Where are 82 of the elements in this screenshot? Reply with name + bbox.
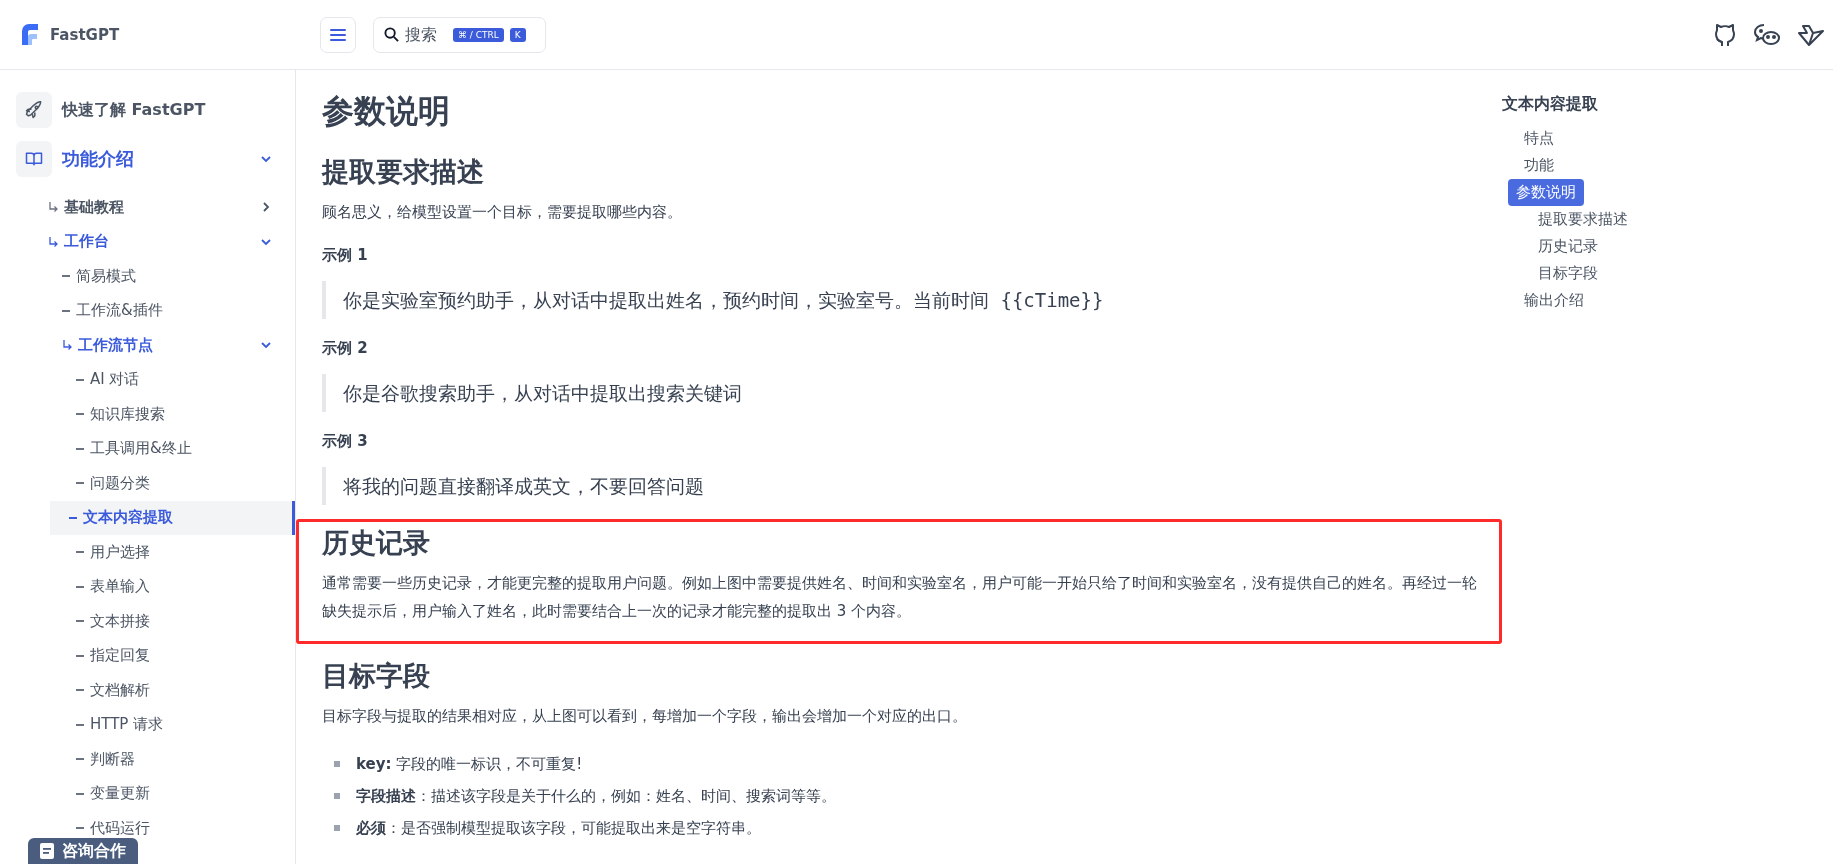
dash-icon xyxy=(76,482,84,485)
toc-link[interactable]: 历史记录 xyxy=(1530,233,1606,260)
contact-button[interactable]: 咨询合作 xyxy=(28,838,138,864)
shortcut-badge: ⌘ / CTRL xyxy=(453,27,504,42)
nav-item[interactable]: 工具调用&终止 xyxy=(16,431,295,466)
menu-button[interactable] xyxy=(320,16,356,53)
bird-icon[interactable] xyxy=(1797,22,1825,47)
menu-icon xyxy=(330,28,346,41)
nav-item[interactable]: 用户选择 xyxy=(16,535,295,570)
dash-icon xyxy=(76,689,84,692)
toc-link[interactable]: 特点 xyxy=(1516,125,1562,152)
bullet-icon xyxy=(334,761,340,767)
dash-icon xyxy=(62,275,70,278)
return-arrow-icon xyxy=(62,339,72,352)
nav-item[interactable]: 工作台 xyxy=(16,224,295,259)
section-heading: 历史记录 xyxy=(322,526,431,560)
bullet-icon xyxy=(334,825,340,831)
nav-item[interactable]: 文本拼接 xyxy=(16,604,295,639)
list-item: 必须：是否强制模型提取该字段，可能提取出来是空字符串。 xyxy=(356,818,761,838)
section-heading: 目标字段 xyxy=(322,659,431,693)
dash-icon xyxy=(76,378,84,381)
book-icon xyxy=(16,141,52,177)
section-heading: 提取要求描述 xyxy=(322,155,485,189)
page-title: 参数说明 xyxy=(322,91,451,132)
blockquote: 你是谷歌搜索助手，从对话中提取出搜索关键词 xyxy=(322,374,1502,412)
nav-item[interactable]: 简易模式 xyxy=(16,259,295,294)
dash-icon xyxy=(76,585,84,588)
toc-link[interactable]: 目标字段 xyxy=(1530,260,1606,287)
toc-link[interactable]: 参数说明 xyxy=(1508,179,1584,206)
dash-icon xyxy=(76,447,84,450)
paragraph: 目标字段与提取的结果相对应，从上图可以看到，每增加一个字段，输出会增加一个对应的出口。 xyxy=(322,706,968,727)
nav-item[interactable]: 变量更新 xyxy=(16,776,295,811)
nav-item[interactable]: HTTP 请求 xyxy=(16,707,295,742)
paragraph: 顾名思义，给模型设置一个目标，需要提取哪些内容。 xyxy=(322,202,683,223)
dash-icon xyxy=(76,413,84,416)
dash-icon xyxy=(76,654,84,657)
shortcut-badge: K xyxy=(509,27,526,42)
nav-item[interactable]: AI 对话 xyxy=(16,362,295,397)
nav-item[interactable]: 判断器 xyxy=(16,742,295,777)
search-input[interactable]: 搜索 xyxy=(405,25,447,44)
blockquote: 将我的问题直接翻译成英文，不要回答问题 xyxy=(322,467,1502,505)
dash-icon xyxy=(76,620,84,623)
dash-icon xyxy=(76,827,84,830)
example-label: 示例 1 xyxy=(322,246,369,265)
nav-item[interactable]: 工作流&插件 xyxy=(16,293,295,328)
list-item: key: 字段的唯一标识，不可重复! xyxy=(356,754,583,774)
document-icon xyxy=(40,843,54,859)
return-arrow-icon xyxy=(48,201,58,214)
brand-name: FastGPT xyxy=(50,25,120,44)
paragraph: 通常需要一些历史记录，才能更完整的提取用户问题。例如上图中需要提供姓名、时间和实验室名，用户可能一开始只给了时间和实验室名，没有提供自己的姓名。再经过一轮缺失提示后，用户输入了姓名，此时需要结合上一次的记录才能完整的提取出 3 个内容。 xyxy=(322,573,1478,622)
rocket-icon xyxy=(16,92,52,128)
chat-bubbles-icon[interactable] xyxy=(1753,22,1781,47)
dash-icon xyxy=(69,516,77,519)
list-item: 字段描述：描述该字段是关于什么的，例如：姓名、时间、搜索词等等。 xyxy=(356,786,836,806)
search-icon xyxy=(384,27,399,42)
search-bar[interactable]: 搜索 ⌘ / CTRL K xyxy=(373,16,546,53)
toc-link[interactable]: 功能 xyxy=(1516,152,1562,179)
nav-item[interactable]: 文档解析 xyxy=(16,673,295,708)
nav-item[interactable]: 知识库搜索 xyxy=(16,397,295,432)
nav-item[interactable]: 表单输入 xyxy=(16,569,295,604)
toc-link[interactable]: 提取要求描述 xyxy=(1530,206,1636,233)
nav-section[interactable]: 快速了解 FastGPT xyxy=(16,92,295,128)
nav-item[interactable]: 基础教程 xyxy=(16,190,295,225)
return-arrow-icon xyxy=(48,235,58,248)
cat-icon[interactable] xyxy=(1713,21,1737,48)
dash-icon xyxy=(76,723,84,726)
toc-link[interactable]: 输出介绍 xyxy=(1516,287,1592,314)
nav-item[interactable]: 问题分类 xyxy=(16,466,295,501)
blockquote: 你是实验室预约助手，从对话中提取出姓名，预约时间，实验室号。当前时间 {{cTime}} xyxy=(322,281,1502,319)
dash-icon xyxy=(76,758,84,761)
example-label: 示例 2 xyxy=(322,339,369,358)
bullet-icon xyxy=(334,793,340,799)
dash-icon xyxy=(62,309,70,312)
nav-section[interactable]: 功能介绍 xyxy=(16,141,295,177)
nav-item[interactable]: 工作流节点 xyxy=(16,328,295,363)
nav-item[interactable]: 指定回复 xyxy=(16,638,295,673)
toc-title: 文本内容提取 xyxy=(1502,94,1599,115)
dash-icon xyxy=(76,792,84,795)
dash-icon xyxy=(76,551,84,554)
logo-icon xyxy=(20,22,40,47)
nav-item[interactable]: 文本内容提取 xyxy=(50,500,295,535)
example-label: 示例 3 xyxy=(322,432,369,451)
